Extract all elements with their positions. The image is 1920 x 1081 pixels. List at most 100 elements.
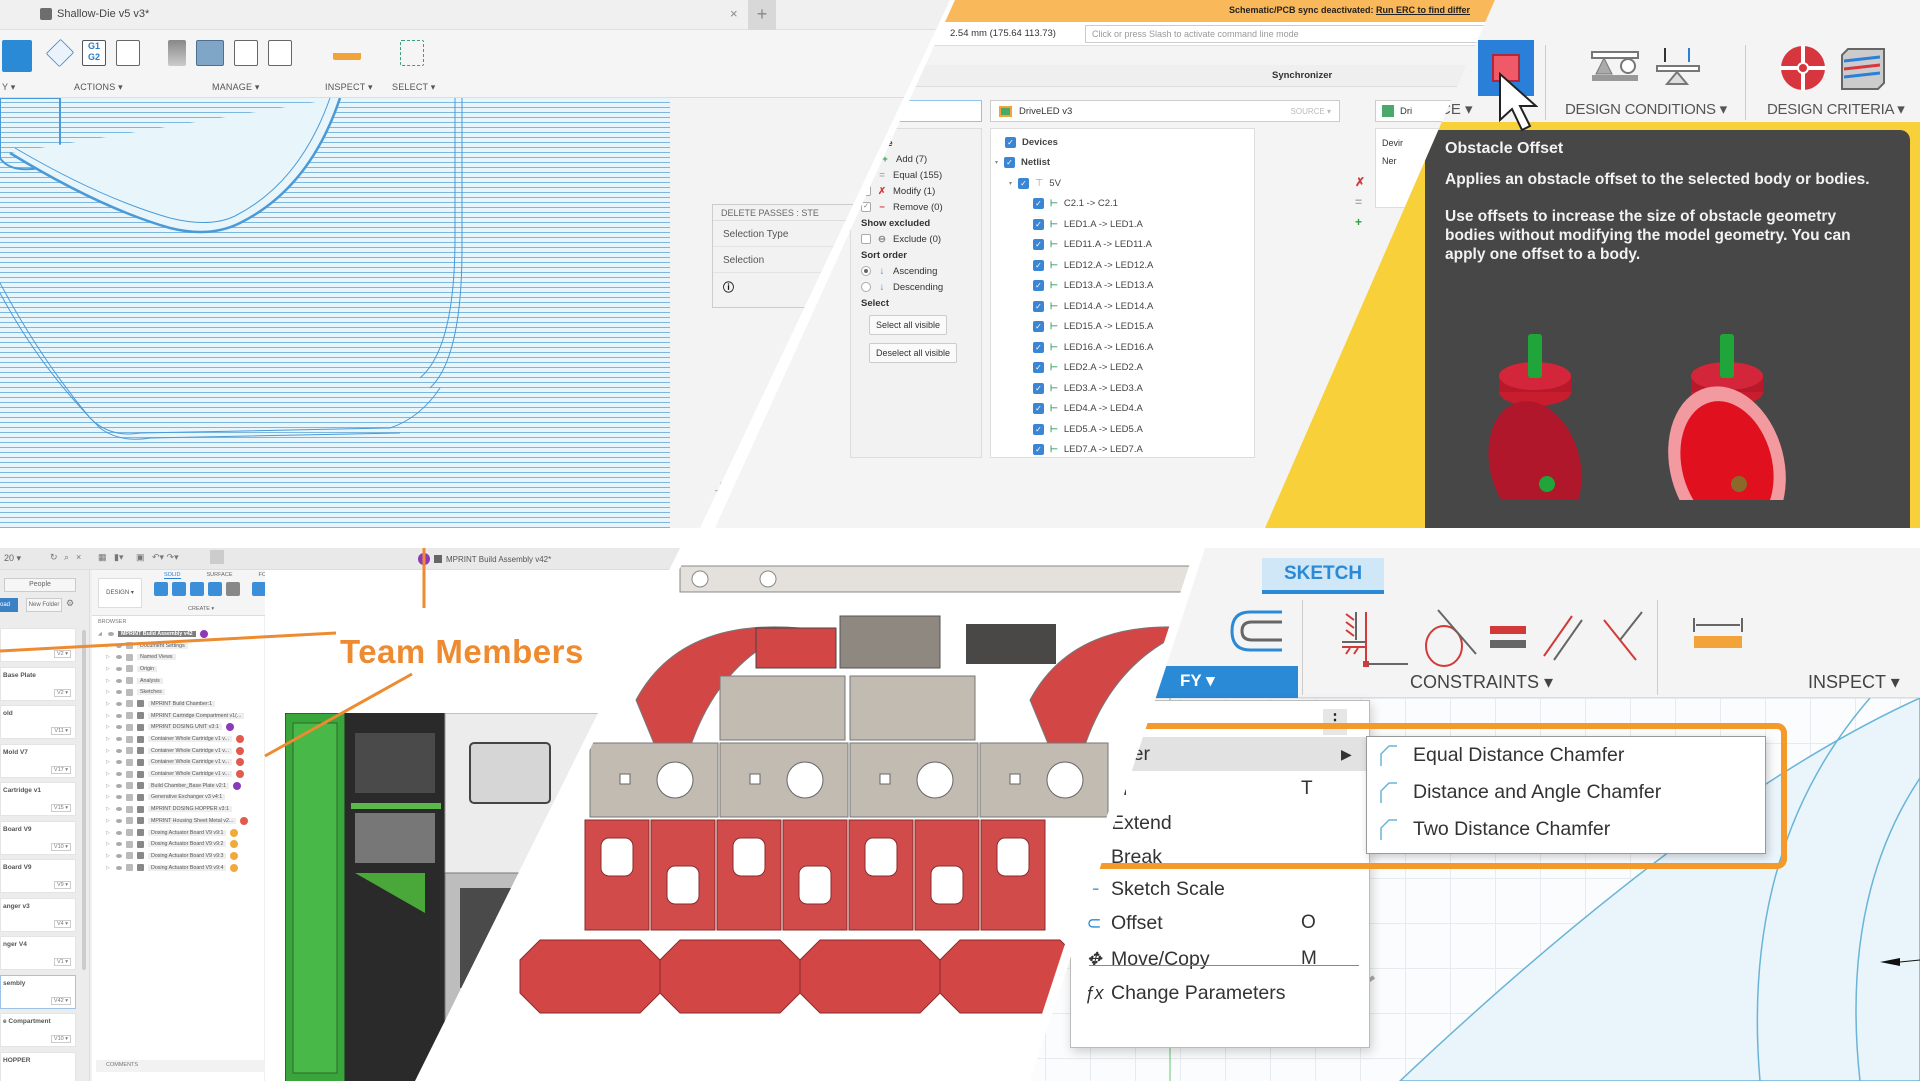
structural-constraint-icon[interactable] [1590, 48, 1642, 84]
connection-row[interactable]: ✓ ⊢ LED16.A -> LED16.A [991, 337, 1254, 358]
connection-checkbox[interactable]: ✓ [1033, 382, 1044, 394]
design-conditions-menu[interactable]: DESIGN CONDITIONS ▾ [1565, 100, 1727, 118]
sort-descending[interactable]: ↓ Descending [861, 279, 971, 295]
connection-row[interactable]: ✓ ⊢ LED15.A -> LED15.A [991, 317, 1254, 338]
manufacturing-icon[interactable] [1840, 45, 1886, 91]
expand-arrow-icon[interactable]: ▾ [995, 159, 998, 166]
connection-row[interactable]: ✓ ⊢ LED2.A -> LED2.A [991, 358, 1254, 379]
connection-checkbox[interactable]: ✓ [1033, 218, 1044, 230]
run-erc-link[interactable]: Run ERC to find differ [1376, 5, 1470, 15]
ascending-radio[interactable] [861, 266, 871, 276]
connection-row[interactable]: ✓ ⊢ LED13.A -> LED13.A [991, 276, 1254, 297]
connection-checkbox[interactable]: ✓ [1033, 300, 1044, 312]
offset-tool-icon[interactable] [1228, 608, 1284, 654]
connection-label: LED14.A -> LED14.A [1063, 300, 1154, 312]
command-line-input[interactable]: Click or press Slash to activate command… [1085, 25, 1495, 43]
machine-library-icon[interactable] [196, 40, 224, 66]
filter-exclude[interactable]: ⊖ Exclude (0) [861, 231, 971, 247]
parallel-constraint-icon[interactable] [1540, 612, 1586, 662]
exclude-checkbox[interactable] [861, 234, 871, 244]
connection-row[interactable]: ✓ ⊢ LED12.A -> LED12.A [991, 255, 1254, 276]
inspect-group-label[interactable]: INSPECT ▾ [325, 82, 373, 93]
connection-checkbox[interactable]: ✓ [1033, 198, 1044, 210]
inspect-menu[interactable]: INSPECT ▾ [1808, 672, 1900, 693]
descending-radio[interactable] [861, 282, 871, 292]
perpendicular-lines-icon[interactable] [1600, 610, 1646, 664]
modify-action-icon[interactable]: ✗ [1355, 172, 1365, 192]
net-row[interactable]: ▾ ✓ ⊤ 5V [991, 173, 1254, 194]
connection-row[interactable]: ✓ ⊢ LED7.A -> LED7.A [991, 440, 1254, 461]
tangent-constraint-icon[interactable] [1420, 608, 1480, 670]
expand-arrow-icon[interactable]: ▾ [1009, 180, 1012, 187]
netlist-checkbox[interactable]: ✓ [1004, 157, 1016, 169]
connection-checkbox[interactable]: ✓ [1033, 403, 1044, 415]
nc-program-icon[interactable] [234, 40, 258, 66]
clear-toolpath-icon[interactable] [2, 40, 32, 72]
netlist-row[interactable]: ▾ ✓ Netlist [991, 153, 1254, 174]
connection-checkbox[interactable]: ✓ [1033, 259, 1044, 271]
new-tab-button[interactable]: + [748, 0, 776, 30]
tool-library-icon[interactable] [168, 40, 186, 66]
connection-row[interactable]: ✓ ⊢ C2.1 -> C2.1 [991, 194, 1254, 215]
connection-row[interactable]: ✓ ⊢ LED5.A -> LED5.A [991, 419, 1254, 440]
actions-group-label[interactable]: ACTIONS ▾ [74, 82, 123, 93]
tab-sketch[interactable]: SKETCH [1262, 558, 1384, 594]
measure-icon[interactable] [333, 46, 361, 60]
filter-modify[interactable]: ✓ ✗ Modify (1) [861, 183, 971, 199]
connection-checkbox[interactable]: ✓ [1033, 239, 1044, 251]
sort-ascending[interactable]: ↓ Ascending [861, 263, 971, 279]
close-tab-button[interactable]: × [730, 6, 738, 21]
menu-item[interactable]: ƒx Change Parameters [1071, 976, 1371, 1010]
simulate-icon[interactable] [45, 38, 75, 68]
filter-equal[interactable]: = Equal (155) [861, 167, 971, 183]
deselect-all-visible-button[interactable]: Deselect all visible [869, 343, 958, 363]
equal-action-icon[interactable]: = [1355, 192, 1365, 212]
connection-checkbox[interactable]: ✓ [1033, 362, 1044, 374]
modify-menu-button[interactable]: FY ▾ [1130, 666, 1298, 698]
connection-row[interactable]: ✓ ⊢ LED11.A -> LED11.A [991, 235, 1254, 256]
submenu-item[interactable]: Distance and Angle Chamfer [1367, 774, 1765, 811]
connection-checkbox[interactable]: ✓ [1033, 321, 1044, 333]
connection-checkbox[interactable]: ✓ [1033, 423, 1044, 435]
menu-item[interactable]: ✥ Move/Copy M [1071, 942, 1371, 976]
post-process-g1g2-icon[interactable]: G1 G2 [82, 40, 106, 66]
document-tab[interactable]: Shallow-Die v5 v3* [40, 8, 149, 20]
filter-add[interactable]: + Add (7) [861, 151, 971, 167]
submenu-item-label: Equal Distance Chamfer [1413, 744, 1625, 766]
manage-group-label[interactable]: MANAGE ▾ [212, 82, 260, 93]
template-library-icon[interactable] [268, 40, 292, 66]
select-group-label[interactable]: SELECT ▾ [392, 82, 435, 93]
modify-checkbox[interactable]: ✓ [861, 186, 871, 196]
toolpath-viewport[interactable] [0, 98, 670, 528]
constraints-menu[interactable]: CONSTRAINTS ▾ [1410, 672, 1553, 693]
add-action-icon[interactable]: + [1355, 212, 1365, 232]
equal-constraint-icon[interactable] [1488, 622, 1528, 652]
connection-row[interactable]: ✓ ⊢ LED14.A -> LED14.A [991, 296, 1254, 317]
connection-row[interactable]: ✓ ⊢ LED4.A -> LED4.A [991, 399, 1254, 420]
devices-checkbox[interactable]: ✓ [1005, 136, 1016, 148]
connection-checkbox[interactable]: ✓ [1033, 280, 1044, 292]
setup-sheet-icon[interactable] [116, 40, 140, 66]
net-checkbox[interactable]: ✓ [1018, 177, 1030, 189]
select-window-icon[interactable] [400, 40, 424, 66]
select-all-visible-button[interactable]: Select all visible [869, 315, 948, 335]
modify-icon: ✗ [878, 185, 886, 197]
submenu-item[interactable]: Two Distance Chamfer [1367, 811, 1765, 848]
structural-load-icon[interactable] [1655, 48, 1703, 88]
measure-icon[interactable] [1690, 616, 1746, 650]
connection-row[interactable]: ✓ ⊢ LED1.A -> LED1.A [991, 214, 1254, 235]
submenu-item[interactable]: Equal Distance Chamfer [1367, 737, 1765, 774]
connection-checkbox[interactable]: ✓ [1033, 341, 1044, 353]
connection-checkbox[interactable]: ✓ [1033, 444, 1044, 456]
remove-checkbox[interactable]: ✓ [861, 202, 871, 212]
devices-row[interactable]: ✓ Devices [991, 132, 1254, 153]
source-selector[interactable]: DriveLED v3 SOURCE ▾ [990, 100, 1340, 122]
objectives-icon[interactable] [1780, 45, 1826, 91]
filter-remove[interactable]: ✓ − Remove (0) [861, 199, 971, 215]
menu-item[interactable]: ⊂ Offset O [1071, 906, 1371, 940]
design-criteria-menu[interactable]: DESIGN CRITERIA ▾ [1767, 100, 1905, 118]
modify-group-label[interactable]: Y ▾ [2, 82, 15, 93]
menu-item[interactable]: ⌐ Sketch Scale [1071, 872, 1371, 906]
perpendicular-constraint-icon[interactable] [1360, 608, 1410, 670]
connection-row[interactable]: ✓ ⊢ LED3.A -> LED3.A [991, 378, 1254, 399]
